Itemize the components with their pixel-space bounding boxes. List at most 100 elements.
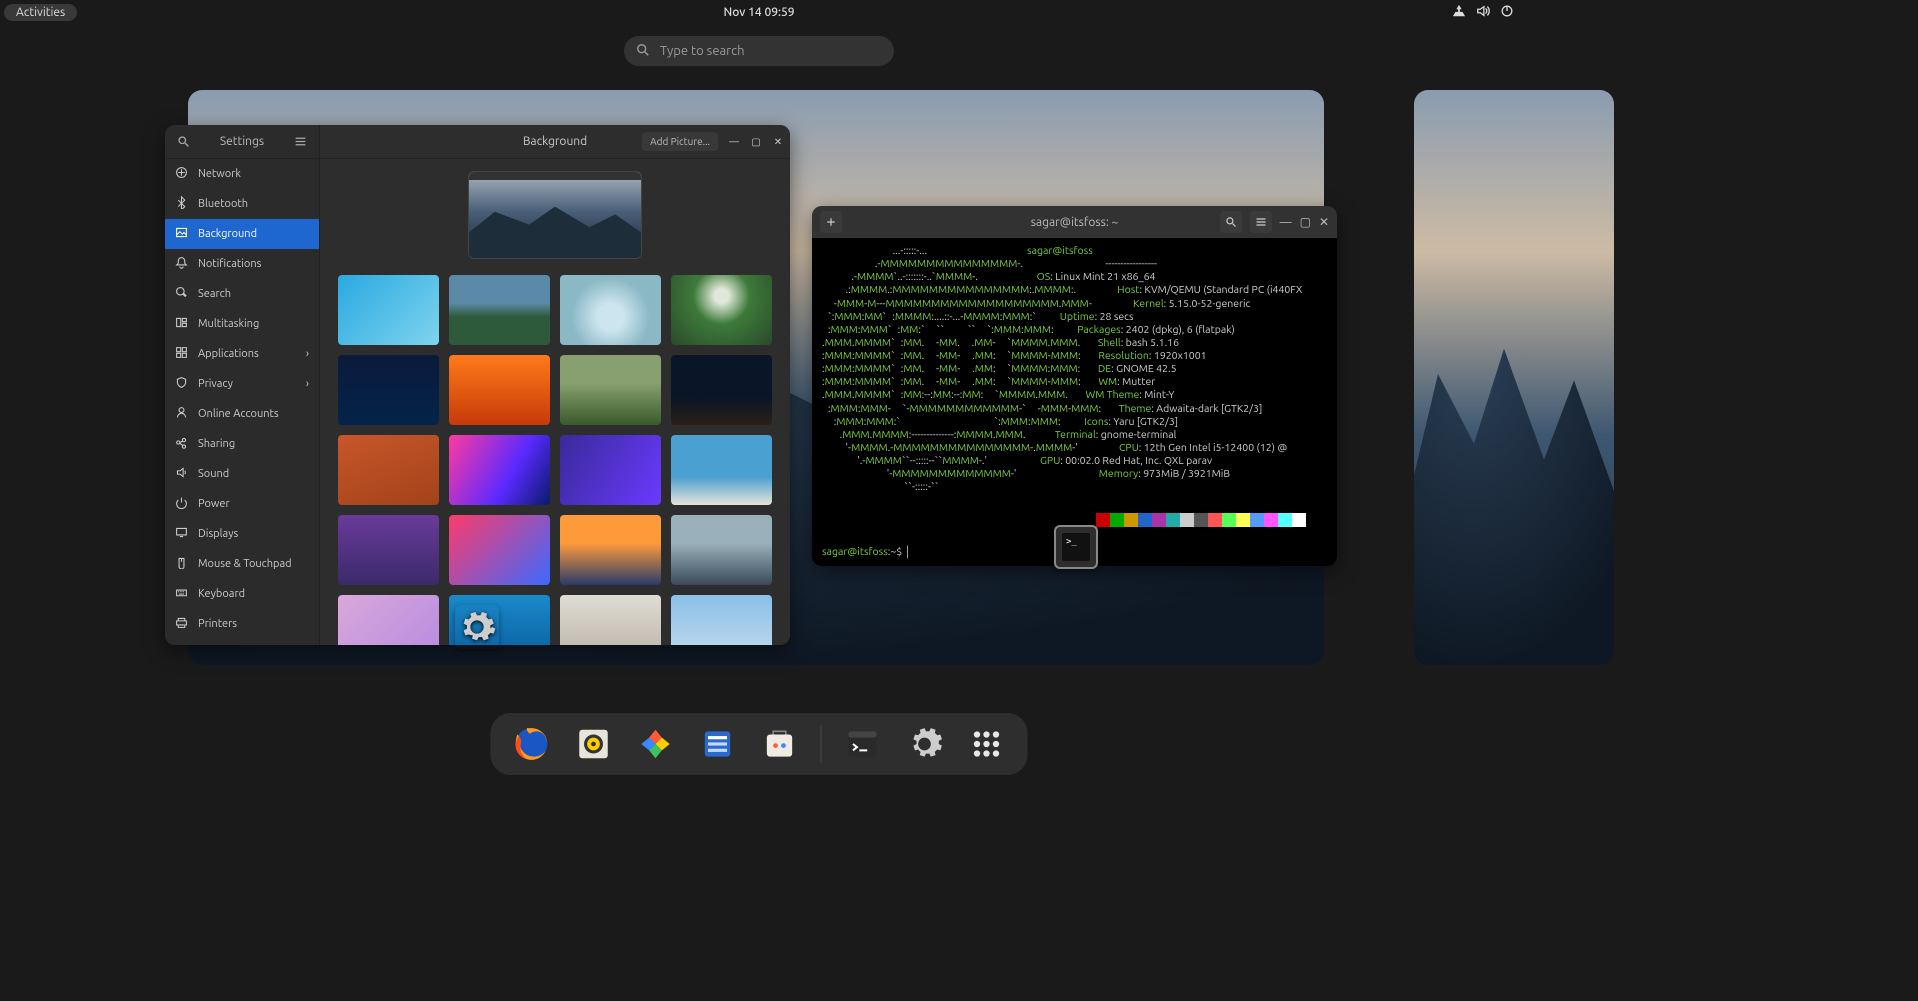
online-accounts-icon [175,406,188,422]
wallpaper-option-2[interactable] [560,275,661,345]
dash [491,713,1028,775]
privacy-icon [175,376,188,392]
sidebar-item-label: Bluetooth [198,198,248,210]
sidebar-item-label: Privacy [198,378,233,390]
sidebar-item-mouse-touchpad[interactable]: Mouse & Touchpad [165,549,319,579]
power-icon [175,496,188,512]
wallpaper-option-7[interactable] [671,355,772,425]
sidebar-item-applications[interactable]: Applications› [165,339,319,369]
sidebar-item-privacy[interactable]: Privacy› [165,369,319,399]
wallpaper-option-16[interactable] [338,595,439,645]
search-icon [636,43,650,60]
add-picture-button[interactable]: Add Picture... [642,132,718,151]
power-icon[interactable] [1500,4,1514,21]
new-tab-button[interactable] [820,211,842,233]
bluetooth-icon [175,196,188,212]
dock-separator [821,725,822,763]
search-icon[interactable] [173,135,193,148]
wallpaper-option-10[interactable] [560,435,661,505]
top-bar: Activities Nov 14 09:59 [0,0,1518,24]
terminal-window: sagar@itsfoss: ~ — ▢ ✕ ...-:::::-... sag… [812,206,1337,566]
multitasking-icon [175,316,188,332]
dock-files[interactable] [697,723,739,765]
sidebar-item-label: Network [198,168,241,180]
search-icon[interactable] [1220,211,1242,233]
dock-terminal[interactable] [842,723,884,765]
wallpaper-option-5[interactable] [449,355,550,425]
wallpaper-option-1[interactable] [449,275,550,345]
overview-search[interactable]: Type to search [624,36,894,66]
wallpaper-option-4[interactable] [338,355,439,425]
volume-icon[interactable] [1476,4,1490,21]
wallpaper-option-19[interactable] [671,595,772,645]
sidebar-item-removable-media[interactable]: Removable Media [165,639,319,645]
sidebar-item-notifications[interactable]: Notifications [165,249,319,279]
dock-settings[interactable] [904,723,946,765]
mouse-touchpad-icon [175,556,188,572]
minimize-button[interactable]: — [1280,216,1292,229]
keyboard-icon [175,586,188,602]
dock-photos[interactable] [635,723,677,765]
hamburger-icon[interactable] [291,135,311,148]
network-icon[interactable] [1452,4,1466,21]
hamburger-icon[interactable] [1250,211,1272,233]
background-preview [320,159,790,275]
sidebar-item-search[interactable]: Search [165,279,319,309]
printers-icon [175,616,188,632]
system-status-area[interactable] [1452,4,1514,21]
current-wallpaper-preview [468,171,642,259]
sidebar-item-label: Multitasking [198,318,259,330]
maximize-button[interactable]: ▢ [1300,215,1311,229]
network-icon [175,166,188,182]
sidebar-item-background[interactable]: Background [165,219,319,249]
sidebar-item-multitasking[interactable]: Multitasking [165,309,319,339]
wallpaper-option-18[interactable] [560,595,661,645]
close-button[interactable]: ✕ [772,136,784,148]
sidebar-item-bluetooth[interactable]: Bluetooth [165,189,319,219]
wallpaper-option-15[interactable] [671,515,772,585]
dock-show-apps[interactable] [966,723,1008,765]
wallpaper-option-6[interactable] [560,355,661,425]
wallpaper-option-13[interactable] [449,515,550,585]
sidebar-item-network[interactable]: Network [165,159,319,189]
window-thumb-terminal[interactable]: >_ [1054,525,1098,569]
workspace-2[interactable] [1414,90,1614,665]
wallpaper-option-11[interactable] [671,435,772,505]
wallpaper-option-14[interactable] [560,515,661,585]
close-button[interactable]: ✕ [1319,215,1329,229]
sidebar-item-label: Power [198,498,230,510]
sound-icon [175,466,188,482]
chevron-right-icon: › [306,348,309,360]
search-placeholder: Type to search [660,44,745,58]
wallpaper-option-8[interactable] [338,435,439,505]
sidebar-item-label: Sharing [198,438,235,450]
sidebar-item-power[interactable]: Power [165,489,319,519]
search-icon [175,286,188,302]
clock[interactable]: Nov 14 09:59 [723,6,794,19]
terminal-output[interactable]: ...-:::::-... sagar@itsfoss .-MMMMMMMMMM… [812,238,1337,566]
activities-button[interactable]: Activities [4,4,77,21]
wallpaper-option-9[interactable] [449,435,550,505]
sidebar-item-printers[interactable]: Printers [165,609,319,639]
settings-sidebar: Settings NetworkBluetoothBackgroundNotif… [165,125,320,645]
wallpaper-option-0[interactable] [338,275,439,345]
dock-software[interactable] [759,723,801,765]
sidebar-item-sharing[interactable]: Sharing [165,429,319,459]
window-thumb-settings[interactable] [455,605,499,649]
wallpaper-option-3[interactable] [671,275,772,345]
sidebar-item-online-accounts[interactable]: Online Accounts [165,399,319,429]
sidebar-item-label: Sound [198,468,229,480]
sidebar-item-sound[interactable]: Sound [165,459,319,489]
displays-icon [175,526,188,542]
sharing-icon [175,436,188,452]
minimize-button[interactable]: — [728,136,740,148]
dock-firefox[interactable] [511,723,553,765]
sidebar-item-keyboard[interactable]: Keyboard [165,579,319,609]
maximize-button[interactable]: ▢ [750,136,762,148]
sidebar-item-label: Background [198,228,257,240]
wallpaper-option-12[interactable] [338,515,439,585]
dock-rhythmbox[interactable] [573,723,615,765]
background-icon [175,226,188,242]
sidebar-item-label: Printers [198,618,237,630]
sidebar-item-displays[interactable]: Displays [165,519,319,549]
